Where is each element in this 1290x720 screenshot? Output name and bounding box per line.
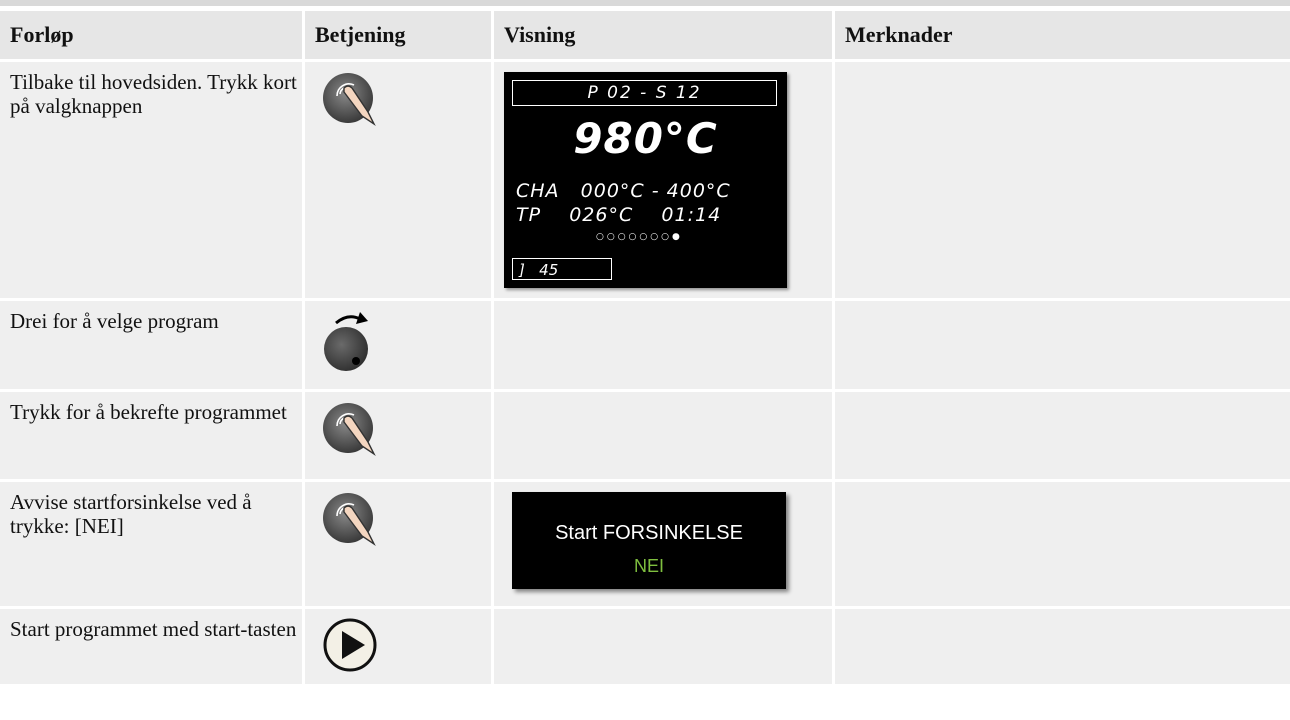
note-cell: [833, 479, 1290, 608]
table-row: Tilbake til hovedsiden. Trykk kort på va…: [0, 59, 1290, 300]
display-cell: P 02 - S 12 980°C CHA 000°C - 400°C TP 0…: [492, 59, 835, 300]
step-cell: Trykk for å bekrefte programmet: [0, 389, 305, 481]
step-text: Trykk for å bekrefte programmet: [10, 400, 287, 424]
step-text: Tilbake til hovedsiden. Trykk kort på va…: [10, 70, 297, 118]
control-cell: [303, 479, 494, 608]
header-betjening: Betjening: [303, 11, 494, 61]
control-cell: [303, 298, 494, 391]
rotate-knob-icon: [324, 312, 368, 371]
control-cell: [303, 389, 494, 481]
note-cell: [833, 298, 1290, 391]
display-cell: Start FORSINKELSE NEI: [492, 479, 835, 608]
step-cell: Start programmet med start-tasten: [0, 606, 305, 684]
procedure-table: Forløp Betjening Visning Merknader Tilba…: [0, 11, 1290, 684]
step-cell: Drei for å velge program: [0, 298, 305, 391]
header-merknader: Merknader: [833, 11, 1290, 61]
note-cell: [833, 389, 1290, 481]
table-row: Start programmet med start-tasten: [0, 606, 1290, 684]
controller-lcd: P 02 - S 12 980°C CHA 000°C - 400°C TP 0…: [504, 72, 787, 288]
display-cell: [492, 389, 835, 481]
press-knob-icon: [323, 403, 376, 457]
table-header-row: Forløp Betjening Visning Merknader: [0, 11, 1290, 61]
lcd-row-tp: TP 026°C 01:14: [516, 204, 722, 226]
step-text: Drei for å velge program: [10, 309, 219, 333]
lcd-row-cha: CHA 000°C - 400°C: [516, 180, 731, 202]
note-cell: [833, 59, 1290, 300]
display-cell: [492, 606, 835, 684]
control-cell: [303, 606, 494, 684]
lcd-temperature: 980°C: [573, 114, 718, 163]
step-cell: Avvise startforsinkelse ved å trykke: [N…: [0, 479, 305, 608]
lcd-program-segment: P 02 - S 12: [512, 80, 777, 106]
step-cell: Tilbake til hovedsiden. Trykk kort på va…: [0, 59, 305, 300]
press-knob-icon: [323, 493, 376, 547]
popup-value: NEI: [633, 556, 664, 576]
top-rule: [0, 0, 1290, 6]
control-cell: [303, 59, 494, 300]
popup-title: Start FORSINKELSE: [555, 522, 743, 544]
lcd-segment-dots: ○○○○○○○●: [596, 232, 683, 242]
press-knob-icon: [323, 73, 376, 127]
header-visning: Visning: [492, 11, 835, 61]
step-text: Start programmet med start-tasten: [10, 617, 297, 641]
start-delay-popup: Start FORSINKELSE NEI: [512, 492, 786, 589]
table-row: Avvise startforsinkelse ved å trykke: [N…: [0, 479, 1290, 608]
play-button-icon: [323, 618, 377, 672]
table-row: Trykk for å bekrefte programmet: [0, 389, 1290, 481]
table-row: Drei for å velge program: [0, 298, 1290, 391]
note-cell: [833, 606, 1290, 684]
display-cell: [492, 298, 835, 391]
lcd-bottom-box: ] 45: [512, 258, 612, 280]
header-forlop: Forløp: [0, 11, 305, 61]
step-text: Avvise startforsinkelse ved å trykke: [N…: [10, 490, 252, 538]
